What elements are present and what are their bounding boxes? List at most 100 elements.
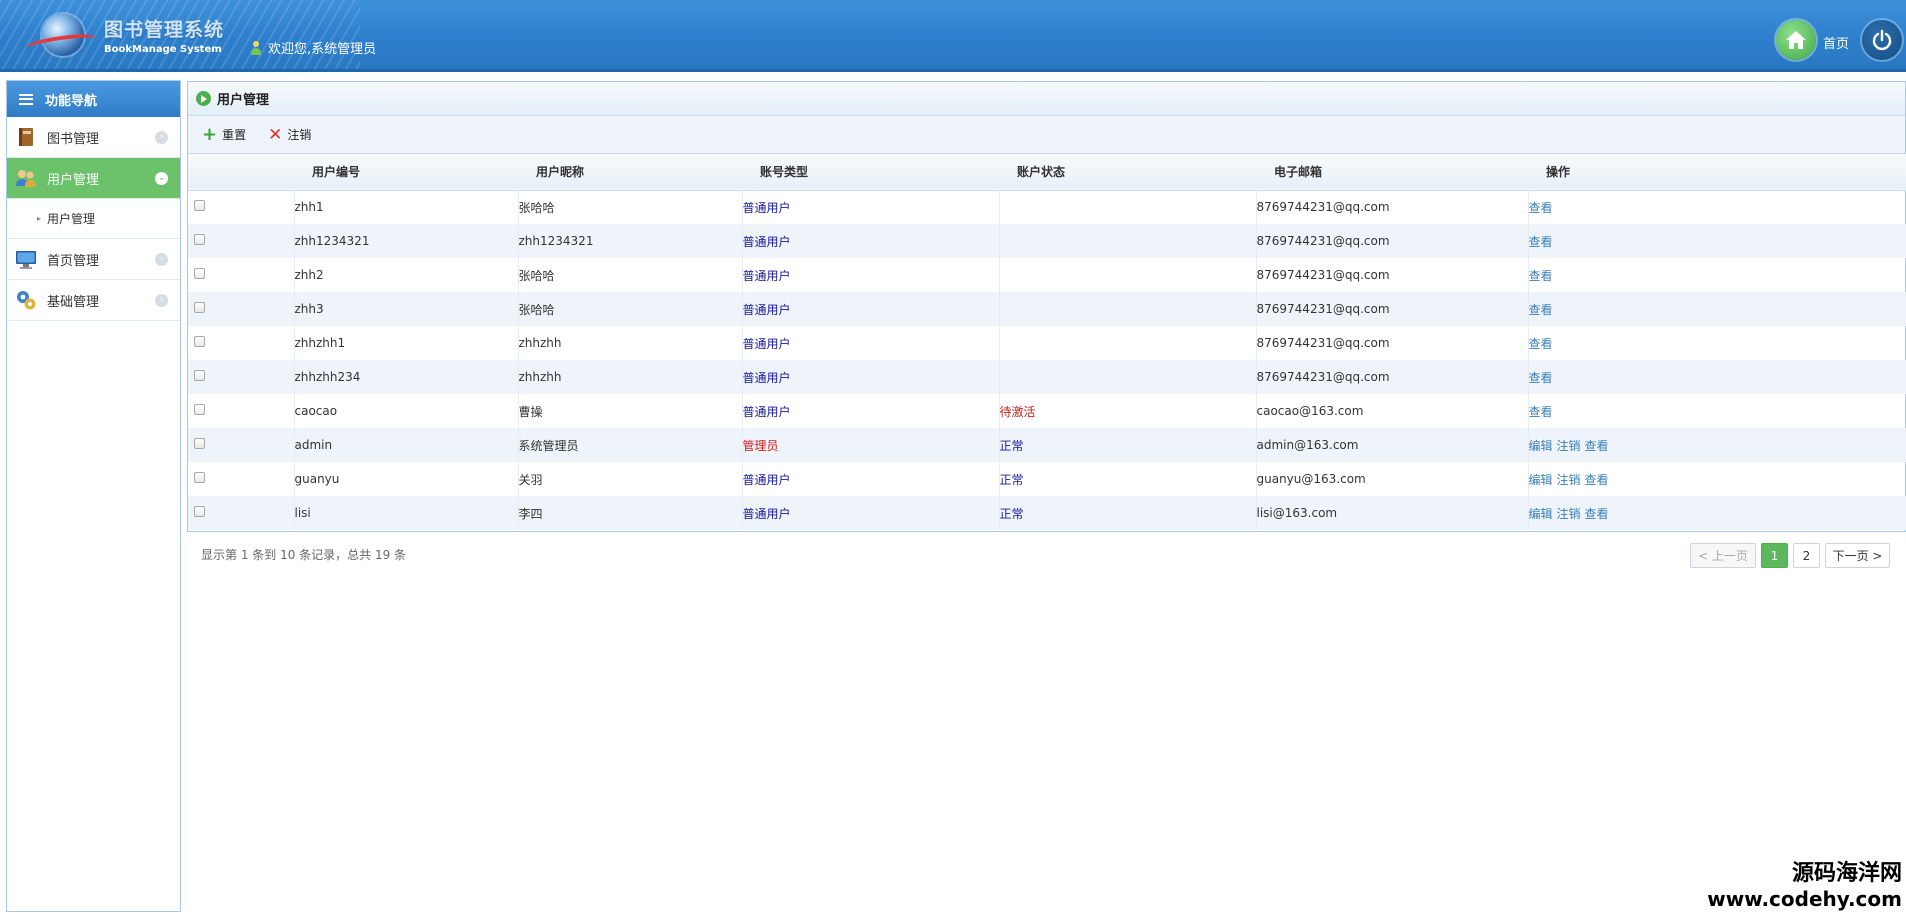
power-icon [1872, 29, 1892, 51]
row-checkbox[interactable] [194, 506, 205, 517]
user-id-cell: zhhzhh1 [294, 326, 519, 360]
welcome-text: 欢迎您,系统管理员 [268, 42, 377, 57]
account-status-cell: 正常 [999, 462, 1257, 496]
book-icon [19, 128, 33, 146]
app-title: 图书管理系统 [104, 19, 225, 41]
actions-cell: 查看 [1528, 258, 1906, 292]
nickname-cell: 曹操 [518, 394, 743, 428]
row-checkbox[interactable] [194, 234, 205, 245]
view-link[interactable]: 查看 [1529, 371, 1553, 385]
row-checkbox[interactable] [194, 268, 205, 279]
deactivate-link[interactable]: 注销 [1557, 439, 1581, 453]
view-link[interactable]: 查看 [1529, 405, 1553, 419]
email-cell: admin@163.com [1256, 428, 1529, 462]
column-header: 用户编号 [312, 165, 361, 180]
row-checkbox[interactable] [194, 472, 205, 483]
view-link[interactable]: 查看 [1529, 201, 1553, 215]
close-icon: ✕ [268, 124, 283, 145]
user-id-cell: zhhzhh234 [294, 360, 519, 394]
user-table: 用户编号 用户昵称 账号类型 账户状态 电子邮箱 操作 zhh1 张哈哈 普通用户 8… [188, 154, 1906, 530]
sidebar-item-user-management[interactable]: 用户管理 ⌄ [7, 158, 180, 199]
account-type-cell: 普通用户 [742, 292, 1000, 326]
sidebar-nav: 功能导航 图书管理 › 用户管理 ⌄ ▸ 用户管理 首页管理 › 基础管理 › [6, 80, 181, 912]
user-id-cell: zhh2 [294, 258, 519, 292]
column-header: 操作 [1546, 165, 1571, 180]
select-cell [188, 190, 295, 224]
nickname-cell: 关羽 [518, 462, 743, 496]
row-checkbox[interactable] [194, 302, 205, 313]
home-link[interactable]: 首页 [1823, 33, 1849, 52]
select-cell [188, 292, 295, 326]
view-link[interactable]: 查看 [1585, 473, 1609, 487]
actions-cell: 查看 [1528, 224, 1906, 258]
account-status-cell [999, 190, 1257, 224]
actions-cell: 编辑 注销 查看 [1528, 428, 1906, 462]
view-link[interactable]: 查看 [1585, 507, 1609, 521]
account-status-cell [999, 224, 1257, 258]
email-cell: lisi@163.com [1256, 496, 1529, 530]
home-button[interactable] [1776, 20, 1816, 60]
row-checkbox[interactable] [194, 404, 205, 415]
actions-cell: 查看 [1528, 360, 1906, 394]
view-link[interactable]: 查看 [1529, 337, 1553, 351]
column-header: 账号类型 [760, 165, 809, 180]
account-status-cell [999, 258, 1257, 292]
row-checkbox[interactable] [194, 336, 205, 347]
view-link[interactable]: 查看 [1529, 303, 1553, 317]
deactivate-button[interactable]: ✕ 注销 [268, 126, 311, 143]
nickname-cell: 李四 [518, 496, 743, 530]
deactivate-link[interactable]: 注销 [1557, 507, 1581, 521]
account-status-cell: 正常 [999, 496, 1257, 530]
page-1-button[interactable]: 1 [1761, 543, 1788, 568]
sidebar-item-book-management[interactable]: 图书管理 › [7, 117, 180, 158]
prev-page-button[interactable]: < 上一页 [1690, 543, 1756, 568]
select-cell [188, 326, 295, 360]
user-id-cell: admin [294, 428, 519, 462]
nickname-cell: 张哈哈 [518, 258, 743, 292]
edit-link[interactable]: 编辑 [1529, 439, 1553, 453]
sidebar-subitem-user-management[interactable]: ▸ 用户管理 [7, 199, 180, 239]
watermark-line1: 源码海洋网 [1791, 861, 1902, 886]
next-page-button[interactable]: 下一页 > [1825, 543, 1890, 568]
deactivate-link[interactable]: 注销 [1557, 473, 1581, 487]
view-link[interactable]: 查看 [1585, 439, 1609, 453]
actions-cell: 编辑 注销 查看 [1528, 462, 1906, 496]
panel-title: 用户管理 [217, 93, 270, 108]
home-icon [1786, 31, 1806, 49]
chevron-right-icon: › [155, 131, 168, 144]
select-cell [188, 462, 295, 496]
view-link[interactable]: 查看 [1529, 269, 1553, 283]
account-type-cell: 普通用户 [742, 224, 1000, 258]
actions-cell: 编辑 注销 查看 [1528, 496, 1906, 530]
logout-button[interactable] [1862, 20, 1902, 60]
email-cell: 8769744231@qq.com [1256, 190, 1529, 224]
sidebar-item-home-management[interactable]: 首页管理 › [7, 239, 180, 280]
select-cell [188, 360, 295, 394]
edit-link[interactable]: 编辑 [1529, 473, 1553, 487]
list-icon [19, 93, 33, 105]
actions-cell: 查看 [1528, 190, 1906, 224]
actions-cell: 查看 [1528, 394, 1906, 428]
sidebar-subitem-label: 用户管理 [47, 212, 96, 226]
sidebar-item-basic-management[interactable]: 基础管理 › [7, 280, 180, 321]
nickname-cell: zhhzhh [518, 360, 743, 394]
select-cell [188, 258, 295, 292]
row-checkbox[interactable] [194, 370, 205, 381]
reset-button[interactable]: + 重置 [202, 125, 246, 143]
view-link[interactable]: 查看 [1529, 235, 1553, 249]
edit-link[interactable]: 编辑 [1529, 507, 1553, 521]
row-checkbox[interactable] [194, 438, 205, 449]
user-id-cell: caocao [294, 394, 519, 428]
table-row: zhh3 张哈哈 普通用户 8769744231@qq.com 查看 [188, 292, 1906, 326]
row-checkbox[interactable] [194, 200, 205, 212]
email-cell: 8769744231@qq.com [1256, 360, 1529, 394]
email-cell: caocao@163.com [1256, 394, 1529, 428]
account-type-cell: 普通用户 [742, 496, 1000, 530]
nickname-cell: zhh1234321 [518, 224, 743, 258]
column-header: 电子邮箱 [1274, 165, 1323, 180]
account-type-cell: 普通用户 [742, 360, 1000, 394]
account-status-cell [999, 360, 1257, 394]
page-2-button[interactable]: 2 [1793, 543, 1820, 568]
user-id-cell: zhh1234321 [294, 224, 519, 258]
table-row: admin 系统管理员 管理员 正常 admin@163.com 编辑 注销 查看 [188, 428, 1906, 462]
